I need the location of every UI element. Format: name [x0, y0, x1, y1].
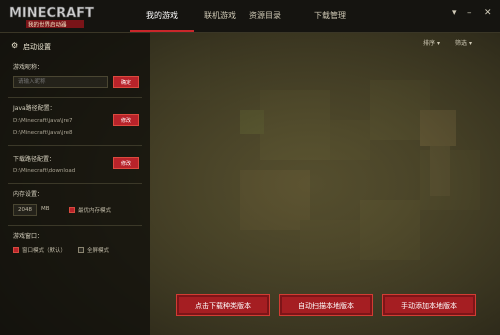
add-local-version-button[interactable]: 手动添加本地版本: [382, 294, 476, 316]
scan-local-versions-button[interactable]: 自动扫描本地版本: [279, 294, 373, 316]
game-window-label: 游戏窗口：: [13, 233, 44, 240]
chevron-down-icon: ▾: [468, 40, 472, 47]
optimal-memory-checkbox[interactable]: [69, 207, 75, 213]
gear-icon: ⚙: [11, 41, 19, 50]
settings-title: 启动设置: [23, 43, 51, 51]
java-path-jre7: D:\Minecraft\java\jre7: [13, 118, 73, 124]
divider: [8, 145, 142, 146]
download-modify-button[interactable]: 修改: [113, 157, 139, 169]
java-modify-button[interactable]: 修改: [113, 114, 139, 126]
windowed-mode-checkbox[interactable]: [13, 247, 19, 253]
tab-downloads[interactable]: 下载管理: [300, 0, 360, 32]
memory-label: 内存设置：: [13, 191, 44, 198]
download-path: D:\Minecraft\download: [13, 168, 76, 174]
fullscreen-mode-label: 全屏模式: [87, 248, 110, 254]
close-icon[interactable]: ✕: [484, 8, 492, 18]
java-path-jre8: D:\Minecraft\java\jre8: [13, 130, 73, 136]
divider: [8, 97, 142, 98]
player-name-input[interactable]: [13, 76, 108, 88]
download-version-button[interactable]: 点击下载种类版本: [176, 294, 270, 316]
minimize-icon[interactable]: –: [467, 8, 472, 18]
launch-settings-panel: ⚙ 启动设置 游戏昵称： 确定 Java路径配置： D:\Minecraft\j…: [0, 33, 150, 335]
tab-resources[interactable]: 资源目录: [235, 0, 295, 32]
chevron-down-icon[interactable]: ▾: [452, 8, 457, 18]
windowed-mode-label: 窗口模式（默认）: [22, 248, 67, 254]
player-name-label: 游戏昵称：: [13, 64, 44, 71]
svg-text:我的世界启动器: 我的世界启动器: [28, 21, 67, 29]
memory-input[interactable]: 2048: [13, 204, 37, 216]
filter-dropdown[interactable]: 筛选 ▾: [455, 38, 472, 47]
divider: [8, 183, 142, 184]
memory-unit: MB: [41, 206, 50, 212]
minecraft-logo: MINECRAFT 我的世界启动器: [9, 6, 95, 29]
svg-text:MINECRAFT: MINECRAFT: [9, 6, 94, 21]
sort-label: 排序: [423, 40, 436, 47]
download-path-label: 下载路径配置：: [13, 156, 56, 163]
confirm-button[interactable]: 确定: [113, 76, 139, 88]
filter-label: 筛选: [455, 40, 468, 47]
top-bar: MINECRAFT 我的世界启动器 我的游戏 联机游戏 资源目录 下载管理 ▾ …: [0, 0, 500, 33]
java-path-label: Java路径配置：: [13, 105, 56, 112]
optimal-memory-label: 最优内存模式: [78, 208, 112, 214]
fullscreen-mode-checkbox[interactable]: [78, 247, 84, 253]
sort-dropdown[interactable]: 排序 ▾: [423, 38, 440, 47]
chevron-down-icon: ▾: [436, 40, 440, 47]
divider: [8, 225, 142, 226]
